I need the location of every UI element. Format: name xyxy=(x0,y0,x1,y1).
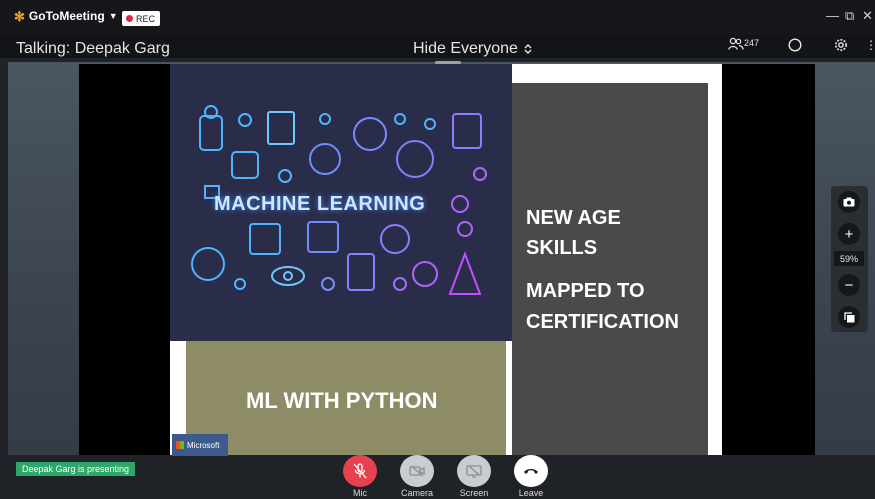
chat-bubble-icon xyxy=(788,38,802,52)
microsoft-badge: Microsoft xyxy=(172,434,228,456)
talking-indicator: Talking: Deepak Garg xyxy=(16,40,170,57)
microsoft-logo-icon xyxy=(176,441,184,449)
chevron-updown-icon xyxy=(524,44,532,54)
screen-button[interactable] xyxy=(457,455,491,487)
copy-window-icon xyxy=(843,311,854,322)
leave-label: Leave xyxy=(518,488,544,498)
chat-button[interactable] xyxy=(788,38,802,55)
slide-right-line4: CERTIFICATION xyxy=(526,311,679,333)
zoom-in-button[interactable]: + xyxy=(838,223,860,245)
camera-label: Camera xyxy=(400,488,433,498)
record-dot-icon xyxy=(126,15,133,22)
gear-icon xyxy=(835,39,847,51)
mic-muted-icon xyxy=(353,463,367,479)
microsoft-label: Microsoft xyxy=(187,440,220,450)
minimize-button[interactable]: — xyxy=(826,8,839,23)
attendees-button[interactable] xyxy=(728,37,744,54)
screen-share-icon xyxy=(466,464,482,478)
zoom-level: 59% xyxy=(834,251,864,266)
app-menu[interactable]: ✻ GoToMeeting ▼ xyxy=(14,9,118,23)
screen-label: Screen xyxy=(459,488,489,498)
slide-right-subheading: MAPPED TO CERTIFICATION xyxy=(526,276,679,338)
slide-left-title: MACHINE LEARNING xyxy=(214,193,426,215)
attendees-count: 247 xyxy=(744,38,760,48)
hide-everyone-label: Hide Everyone xyxy=(413,40,518,57)
snapshot-button[interactable] xyxy=(838,191,860,213)
slide-right-line3: MAPPED TO xyxy=(526,280,645,302)
rec-label: REC xyxy=(136,13,156,24)
popout-button[interactable] xyxy=(838,306,860,328)
slide-right-panel xyxy=(512,83,708,455)
camera-off-icon xyxy=(409,465,425,477)
phone-hangup-icon xyxy=(524,469,538,474)
people-icon xyxy=(728,37,744,50)
close-button[interactable]: ✕ xyxy=(862,8,873,24)
leave-button[interactable] xyxy=(514,455,548,487)
slide-right-line1: NEW AGE xyxy=(526,207,621,229)
more-vertical-icon: ⋮ xyxy=(865,38,875,52)
slide-right-heading: NEW AGE SKILLS xyxy=(526,203,621,263)
presenting-badge: Deepak Garg is presenting xyxy=(16,462,136,476)
recording-badge[interactable]: REC xyxy=(122,11,161,26)
camera-button[interactable] xyxy=(400,455,434,487)
zoom-out-button[interactable]: − xyxy=(838,274,860,296)
hide-everyone-toggle[interactable]: Hide Everyone xyxy=(413,40,532,58)
slide-right-line2: SKILLS xyxy=(526,237,598,259)
camera-icon xyxy=(843,197,855,207)
restore-button[interactable]: ⧉ xyxy=(845,8,854,24)
gotomeeting-logo-icon: ✻ xyxy=(14,8,25,24)
settings-button[interactable] xyxy=(834,38,848,55)
slide-bottom-title: ML WITH PYTHON xyxy=(246,388,438,413)
mic-label: Mic xyxy=(353,488,367,498)
more-options-button[interactable]: ⋮ xyxy=(865,38,875,52)
mic-button[interactable] xyxy=(343,455,377,487)
app-name: GoToMeeting xyxy=(28,9,105,23)
chevron-down-icon: ▼ xyxy=(108,11,118,21)
